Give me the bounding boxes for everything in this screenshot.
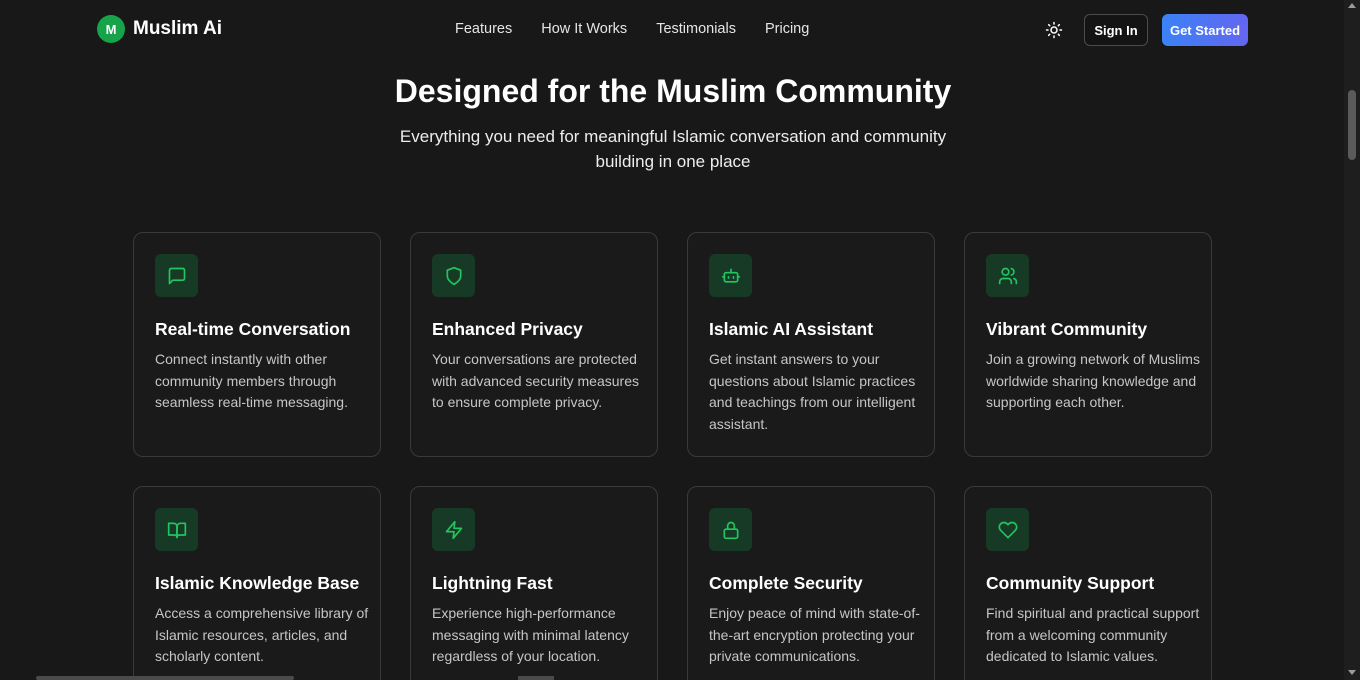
nav-link-how-it-works[interactable]: How It Works (541, 21, 627, 37)
vertical-scrollbar[interactable] (1344, 0, 1360, 680)
bot-icon (709, 254, 752, 297)
get-started-button[interactable]: Get Started (1162, 14, 1248, 46)
scroll-up-arrow-icon[interactable] (1348, 3, 1356, 8)
feature-description: Enjoy peace of mind with state-of-the-ar… (709, 605, 920, 664)
lock-icon (709, 508, 752, 551)
section-subtitle: Everything you need for meaningful Islam… (399, 127, 947, 171)
feature-description: Find spiritual and practical support fro… (986, 605, 1200, 664)
feature-description: Join a growing network of Muslims worldw… (986, 351, 1200, 410)
feature-title: Community Support (986, 573, 1155, 593)
feature-card-islamic-knowledge-base: Islamic Knowledge Base Access a comprehe… (133, 486, 381, 680)
logo-badge: M (97, 15, 125, 43)
users-icon (986, 254, 1029, 297)
nav-link-pricing[interactable]: Pricing (765, 21, 809, 37)
feature-title: Real-time Conversation (155, 319, 351, 339)
feature-card-lightning-fast: Lightning Fast Experience high-performan… (410, 486, 658, 680)
brand-name: Muslim Ai (133, 18, 223, 39)
feature-description: Connect instantly with other community m… (155, 351, 348, 410)
feature-description: Access a comprehensive library of Islami… (155, 605, 369, 664)
top-navbar: M Muslim Ai Features How It Works Testim… (0, 0, 1344, 60)
feature-card-community-support: Community Support Find spiritual and pra… (964, 486, 1212, 680)
shield-icon (432, 254, 475, 297)
feature-title: Islamic AI Assistant (709, 319, 874, 339)
zap-icon (432, 508, 475, 551)
heart-icon (986, 508, 1029, 551)
feature-title: Enhanced Privacy (432, 319, 583, 339)
scroll-indicator (518, 676, 554, 680)
feature-description: Your conversations are protected with ad… (432, 351, 639, 410)
feature-card-islamic-ai-assistant: Islamic AI Assistant Get instant answers… (687, 232, 935, 457)
section-title: Designed for the Muslim Community (394, 73, 952, 109)
horizontal-scrollbar[interactable] (36, 676, 294, 680)
landing-page: M Muslim Ai Features How It Works Testim… (0, 0, 1344, 680)
nav-link-features[interactable]: Features (455, 21, 512, 37)
message-square-icon (155, 254, 198, 297)
book-open-icon (155, 508, 198, 551)
scroll-down-arrow-icon[interactable] (1348, 670, 1356, 675)
nav-links: Features How It Works Testimonials Prici… (455, 21, 809, 37)
sun-icon[interactable] (1043, 19, 1065, 41)
feature-title: Vibrant Community (986, 319, 1148, 339)
feature-title: Islamic Knowledge Base (155, 573, 360, 593)
feature-description: Get instant answers to your questions ab… (709, 351, 916, 432)
feature-card-complete-security: Complete Security Enjoy peace of mind wi… (687, 486, 935, 680)
sign-in-button[interactable]: Sign In (1084, 14, 1148, 46)
feature-card-enhanced-privacy: Enhanced Privacy Your conversations are … (410, 232, 658, 457)
nav-link-testimonials[interactable]: Testimonials (656, 21, 736, 37)
scrollbar-thumb[interactable] (1348, 90, 1356, 160)
feature-description: Experience high-performance messaging wi… (432, 605, 629, 664)
feature-title: Lightning Fast (432, 573, 553, 593)
brand-logo[interactable]: M Muslim Ai (97, 15, 222, 43)
feature-card-vibrant-community: Vibrant Community Join a growing network… (964, 232, 1212, 457)
feature-title: Complete Security (709, 573, 863, 593)
feature-card-real-time-conversation: Real-time Conversation Connect instantly… (133, 232, 381, 457)
